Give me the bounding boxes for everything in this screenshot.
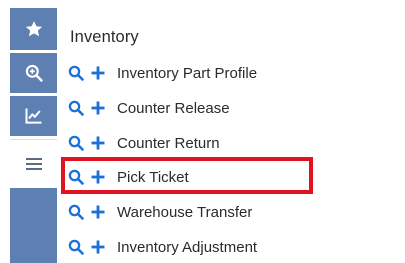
menu-item-warehouse-transfer[interactable]: Warehouse Transfer xyxy=(68,198,252,226)
menu-item-label[interactable]: Pick Ticket xyxy=(117,169,189,186)
zoom-icon xyxy=(25,64,43,82)
menu-item-label[interactable]: Counter Release xyxy=(117,100,230,117)
inventory-menu-panel: Inventory Inventory Part Profile Counter… xyxy=(58,8,405,263)
chart-icon xyxy=(25,108,41,124)
left-rail xyxy=(0,8,57,263)
add-icon[interactable] xyxy=(91,66,105,80)
menu-icon xyxy=(25,158,42,170)
add-icon[interactable] xyxy=(91,205,105,219)
panel-title: Inventory xyxy=(70,28,139,46)
menu-item-counter-release[interactable]: Counter Release xyxy=(68,94,230,122)
app-screen: Inventory Inventory Part Profile Counter… xyxy=(0,0,405,263)
add-icon[interactable] xyxy=(91,240,105,254)
menu-item-inventory-adjustment[interactable]: Inventory Adjustment xyxy=(68,233,257,261)
add-icon[interactable] xyxy=(91,170,105,184)
search-icon[interactable] xyxy=(68,65,84,81)
add-icon[interactable] xyxy=(91,101,105,115)
menu-item-pick-ticket[interactable]: Pick Ticket xyxy=(68,163,189,191)
menu-button[interactable] xyxy=(10,139,57,188)
search-button[interactable] xyxy=(10,53,57,93)
add-icon[interactable] xyxy=(91,136,105,150)
search-icon[interactable] xyxy=(68,239,84,255)
reports-button[interactable] xyxy=(10,96,57,136)
star-icon xyxy=(25,21,42,37)
search-icon[interactable] xyxy=(68,204,84,220)
search-icon[interactable] xyxy=(68,169,84,185)
rail-filler xyxy=(10,188,57,263)
search-icon[interactable] xyxy=(68,135,84,151)
menu-item-label[interactable]: Counter Return xyxy=(117,135,220,152)
menu-item-inventory-part-profile[interactable]: Inventory Part Profile xyxy=(68,59,257,87)
menu-item-label[interactable]: Inventory Adjustment xyxy=(117,239,257,256)
favorites-button[interactable] xyxy=(10,8,57,50)
search-icon[interactable] xyxy=(68,100,84,116)
menu-item-label[interactable]: Warehouse Transfer xyxy=(117,204,252,221)
menu-item-label[interactable]: Inventory Part Profile xyxy=(117,65,257,82)
menu-item-counter-return[interactable]: Counter Return xyxy=(68,129,220,157)
